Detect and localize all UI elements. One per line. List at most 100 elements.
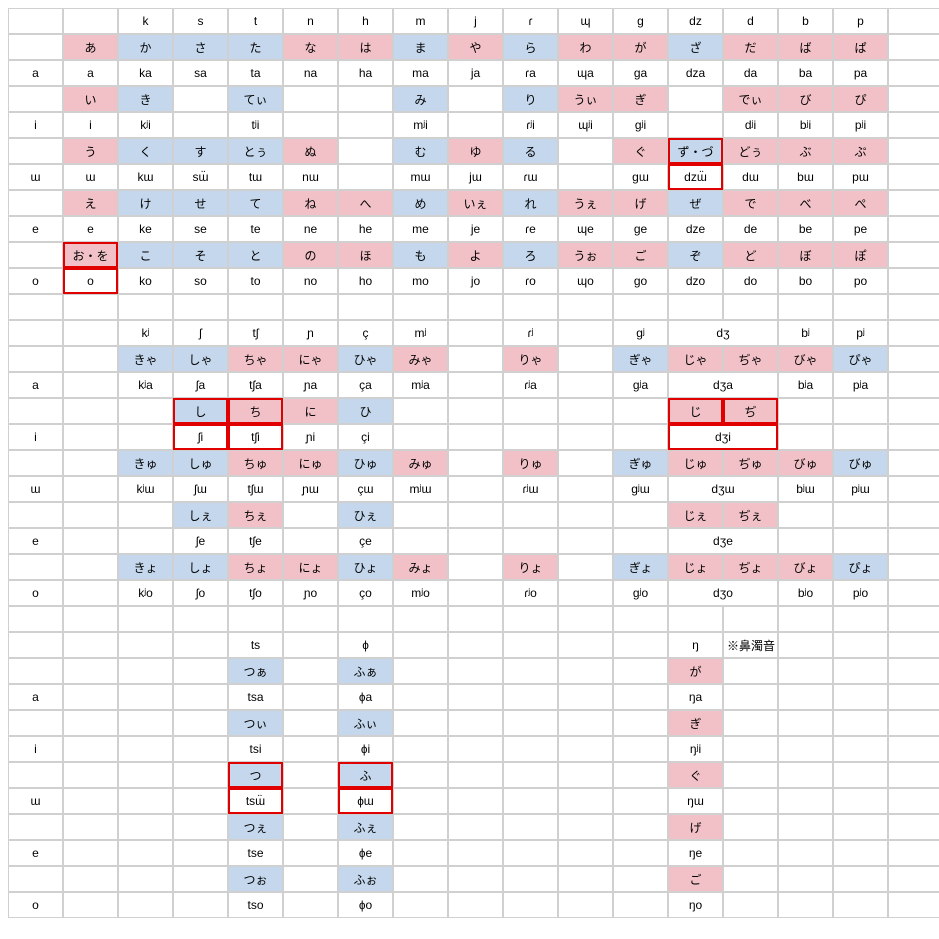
ipa-cell: bʲa bbox=[778, 372, 833, 398]
kana-cell: も bbox=[393, 242, 448, 268]
bg-cell bbox=[888, 190, 939, 216]
ipa-cell: kʲɯ bbox=[118, 476, 173, 502]
bg-cell bbox=[173, 710, 228, 736]
ipa-cell: po bbox=[833, 268, 888, 294]
bg-cell bbox=[558, 346, 613, 372]
bg-cell bbox=[888, 398, 939, 424]
ipa-cell: ja bbox=[448, 60, 503, 86]
kana-cell: ぢ bbox=[723, 398, 778, 424]
ipa-cell: bo bbox=[778, 268, 833, 294]
bg-cell bbox=[448, 710, 503, 736]
bg-cell bbox=[448, 788, 503, 814]
bg-cell bbox=[888, 450, 939, 476]
kana-cell: つぉ bbox=[228, 866, 283, 892]
kana-cell: げ bbox=[668, 814, 723, 840]
ipa-cell: ʃo bbox=[173, 580, 228, 606]
bg-cell bbox=[613, 658, 668, 684]
bg-cell bbox=[723, 294, 778, 320]
kana-cell: ちゅ bbox=[228, 450, 283, 476]
ipa-cell: ɾʲi bbox=[503, 112, 558, 138]
bg-cell bbox=[8, 606, 63, 632]
bg-cell bbox=[173, 866, 228, 892]
bg-cell bbox=[8, 866, 63, 892]
bg-cell bbox=[393, 762, 448, 788]
ipa-cell: ça bbox=[338, 372, 393, 398]
ipa-cell: mo bbox=[393, 268, 448, 294]
bg-cell bbox=[283, 762, 338, 788]
kana-cell: く bbox=[118, 138, 173, 164]
kana-cell: ひゃ bbox=[338, 346, 393, 372]
ipa-cell: ha bbox=[338, 60, 393, 86]
ipa-cell: dzɯ̈ bbox=[668, 164, 723, 190]
bg-cell bbox=[393, 528, 448, 554]
bg-cell bbox=[558, 580, 613, 606]
kana-cell: にょ bbox=[283, 554, 338, 580]
bg-cell bbox=[448, 866, 503, 892]
bg-cell bbox=[338, 294, 393, 320]
bg-cell bbox=[173, 606, 228, 632]
vowel-label: i bbox=[8, 424, 63, 450]
bg-cell bbox=[173, 892, 228, 918]
kana-cell: ふぁ bbox=[338, 658, 393, 684]
kana-cell bbox=[778, 398, 833, 424]
bg-cell bbox=[558, 736, 613, 762]
vowel-label: a bbox=[8, 372, 63, 398]
vowel-label: e bbox=[8, 840, 63, 866]
ipa-cell: tsɯ̈ bbox=[228, 788, 283, 814]
kana-cell: ちゃ bbox=[228, 346, 283, 372]
kana-cell: め bbox=[393, 190, 448, 216]
ipa-cell: ɾa bbox=[503, 60, 558, 86]
ipa-cell: mʲɯ bbox=[393, 476, 448, 502]
bg-cell bbox=[118, 892, 173, 918]
kana-cell: ぞ bbox=[668, 242, 723, 268]
bg-cell bbox=[63, 866, 118, 892]
bg-cell bbox=[448, 684, 503, 710]
ipa-cell: gʲo bbox=[613, 580, 668, 606]
bg-cell bbox=[283, 892, 338, 918]
bg-cell bbox=[778, 424, 833, 450]
bg-cell bbox=[888, 554, 939, 580]
kana-cell: ぼ bbox=[778, 242, 833, 268]
bg-cell bbox=[118, 502, 173, 528]
ipa-cell: ŋʲi bbox=[668, 736, 723, 762]
kana-cell: ち bbox=[228, 398, 283, 424]
ipa-cell: tɯ bbox=[228, 164, 283, 190]
bg-cell bbox=[63, 554, 118, 580]
kana-cell: ぐ bbox=[613, 138, 668, 164]
bg-cell bbox=[778, 866, 833, 892]
bg-cell bbox=[558, 632, 613, 658]
bg-cell bbox=[723, 684, 778, 710]
bg-cell bbox=[448, 320, 503, 346]
bg-cell bbox=[888, 580, 939, 606]
bg-cell bbox=[558, 710, 613, 736]
bg-cell bbox=[723, 606, 778, 632]
bg-cell bbox=[888, 346, 939, 372]
kana-cell: べ bbox=[778, 190, 833, 216]
vowel-label: e bbox=[8, 528, 63, 554]
kana-cell: か bbox=[118, 34, 173, 60]
bg-cell bbox=[393, 814, 448, 840]
kana-cell: びょ bbox=[778, 554, 833, 580]
bg-cell bbox=[118, 736, 173, 762]
col-header: n bbox=[283, 8, 338, 34]
ipa-cell: pʲi bbox=[833, 112, 888, 138]
bg-cell bbox=[888, 294, 939, 320]
bg-cell bbox=[558, 294, 613, 320]
ipa-cell: ge bbox=[613, 216, 668, 242]
col-header: ts bbox=[228, 632, 283, 658]
ipa-cell: ke bbox=[118, 216, 173, 242]
bg-cell bbox=[613, 528, 668, 554]
col-header: pʲ bbox=[833, 320, 888, 346]
ipa-cell: ɰa bbox=[558, 60, 613, 86]
bg-cell bbox=[833, 788, 888, 814]
bg-cell bbox=[8, 554, 63, 580]
ipa-cell: tsa bbox=[228, 684, 283, 710]
ipa-cell: çe bbox=[338, 528, 393, 554]
col-header: kʲ bbox=[118, 320, 173, 346]
kana-cell: だ bbox=[723, 34, 778, 60]
bg-cell bbox=[8, 320, 63, 346]
kana-cell: つぃ bbox=[228, 710, 283, 736]
kana-cell: いぇ bbox=[448, 190, 503, 216]
bg-cell bbox=[173, 788, 228, 814]
kana-cell: お・を bbox=[63, 242, 118, 268]
